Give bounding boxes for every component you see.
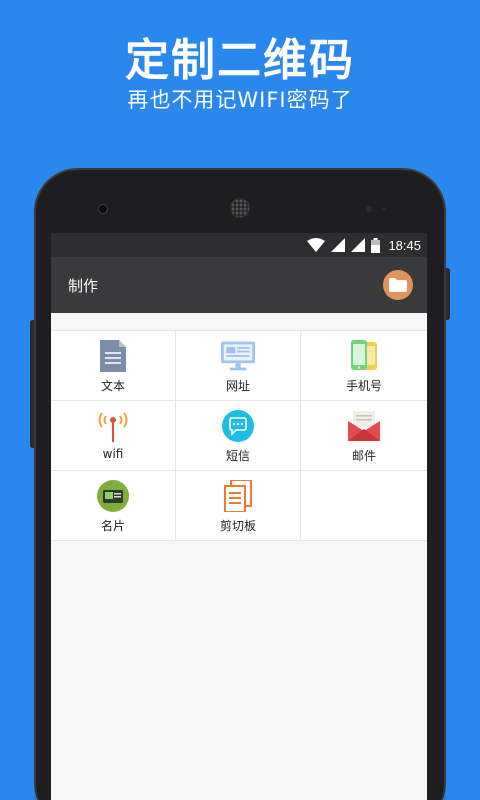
page-title: 制作 (68, 276, 99, 295)
app-screen: 18:45 制作 文本 网址 手机号 wifi 短信 邮件 名片 剪切板 (51, 233, 427, 800)
wifi-icon (307, 238, 326, 252)
promo-title: 定制二维码 (125, 35, 355, 86)
grid-item-mail[interactable]: 邮件 (301, 401, 427, 471)
status-bar: 18:45 (51, 233, 427, 257)
grid-item-label: 名片 (100, 519, 125, 533)
grid-empty-cell (301, 471, 427, 541)
earpiece-speaker (230, 198, 250, 218)
grid-item-sms[interactable]: 短信 (176, 401, 301, 471)
grid-item-label: 网址 (225, 379, 250, 393)
grid-item-wifi[interactable]: wifi (51, 401, 176, 471)
grid-item-label: 邮件 (351, 449, 376, 463)
phone-icon (347, 339, 381, 373)
clipboard-icon (221, 479, 255, 513)
signal-icon (331, 238, 346, 252)
monitor-icon (221, 339, 255, 373)
folder-button[interactable] (383, 270, 413, 300)
folder-icon (389, 278, 407, 292)
signal-icon (351, 238, 366, 252)
mail-icon (347, 409, 381, 443)
proximity-sensor (366, 206, 372, 212)
wifi-antenna-icon (96, 409, 130, 443)
grid-item-label: 剪切板 (219, 519, 256, 533)
grid-item-url[interactable]: 网址 (176, 331, 301, 401)
grid-item-text[interactable]: 文本 (51, 331, 176, 401)
chat-bubble-icon (221, 409, 255, 443)
grid-item-label: 文本 (100, 379, 125, 393)
light-sensor (382, 207, 386, 211)
promo-subtitle: 再也不用记WIFI密码了 (127, 88, 353, 112)
front-camera (98, 204, 108, 214)
grid-item-label: 手机号 (345, 379, 382, 393)
grid-item-phone[interactable]: 手机号 (301, 331, 427, 401)
document-icon (96, 339, 130, 373)
grid-item-clipboard[interactable]: 剪切板 (176, 471, 301, 541)
grid-item-label: wifi (102, 447, 124, 461)
status-time: 18:45 (388, 237, 421, 253)
app-toolbar: 制作 (51, 257, 427, 313)
battery-icon (371, 237, 381, 253)
business-card-icon (96, 479, 130, 513)
make-grid: 文本 网址 手机号 wifi 短信 邮件 名片 剪切板 (51, 330, 427, 541)
grid-item-label: 短信 (225, 449, 250, 463)
grid-item-card[interactable]: 名片 (51, 471, 176, 541)
